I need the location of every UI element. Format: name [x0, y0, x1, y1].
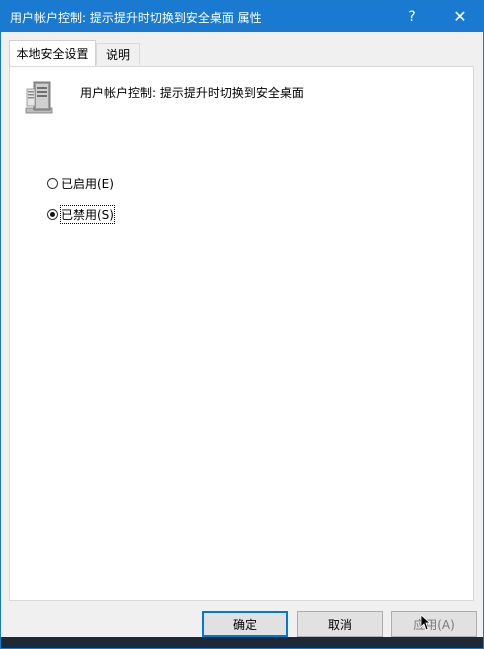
mouse-cursor-icon — [421, 615, 431, 631]
ok-button[interactable]: 确定 — [202, 611, 288, 637]
apply-button[interactable]: 应用(A) — [391, 611, 477, 637]
radio-disabled-label[interactable]: 已禁用(S) — [60, 205, 115, 224]
radio-enabled-circle[interactable] — [47, 178, 58, 189]
radio-disabled[interactable]: 已禁用(S) — [47, 205, 115, 224]
radio-disabled-circle[interactable] — [47, 209, 58, 220]
help-icon: ? — [408, 8, 416, 25]
title-bar[interactable]: 用户帐户控制: 提示提升时切换到安全桌面 属性 ? ✕ — [1, 1, 483, 32]
help-button[interactable]: ? — [389, 1, 435, 32]
properties-dialog: 用户帐户控制: 提示提升时切换到安全桌面 属性 ? ✕ 本地安全设置 说明 用户… — [0, 0, 484, 649]
radio-enabled-label[interactable]: 已启用(E) — [61, 175, 114, 192]
tab-panel: 用户帐户控制: 提示提升时切换到安全桌面 已启用(E) 已禁用(S) — [9, 66, 474, 601]
close-icon: ✕ — [453, 7, 467, 26]
close-button[interactable]: ✕ — [437, 1, 483, 32]
radio-enabled[interactable]: 已启用(E) — [47, 175, 114, 192]
taskbar-strip — [1, 637, 483, 648]
window-title: 用户帐户控制: 提示提升时切换到安全桌面 属性 — [10, 11, 262, 25]
tab-local-security-setting[interactable]: 本地安全设置 — [9, 40, 96, 66]
tab-explain[interactable]: 说明 — [96, 43, 140, 65]
policy-name: 用户帐户控制: 提示提升时切换到安全桌面 — [80, 86, 304, 100]
cancel-button[interactable]: 取消 — [297, 611, 383, 637]
server-policy-icon — [25, 81, 53, 114]
